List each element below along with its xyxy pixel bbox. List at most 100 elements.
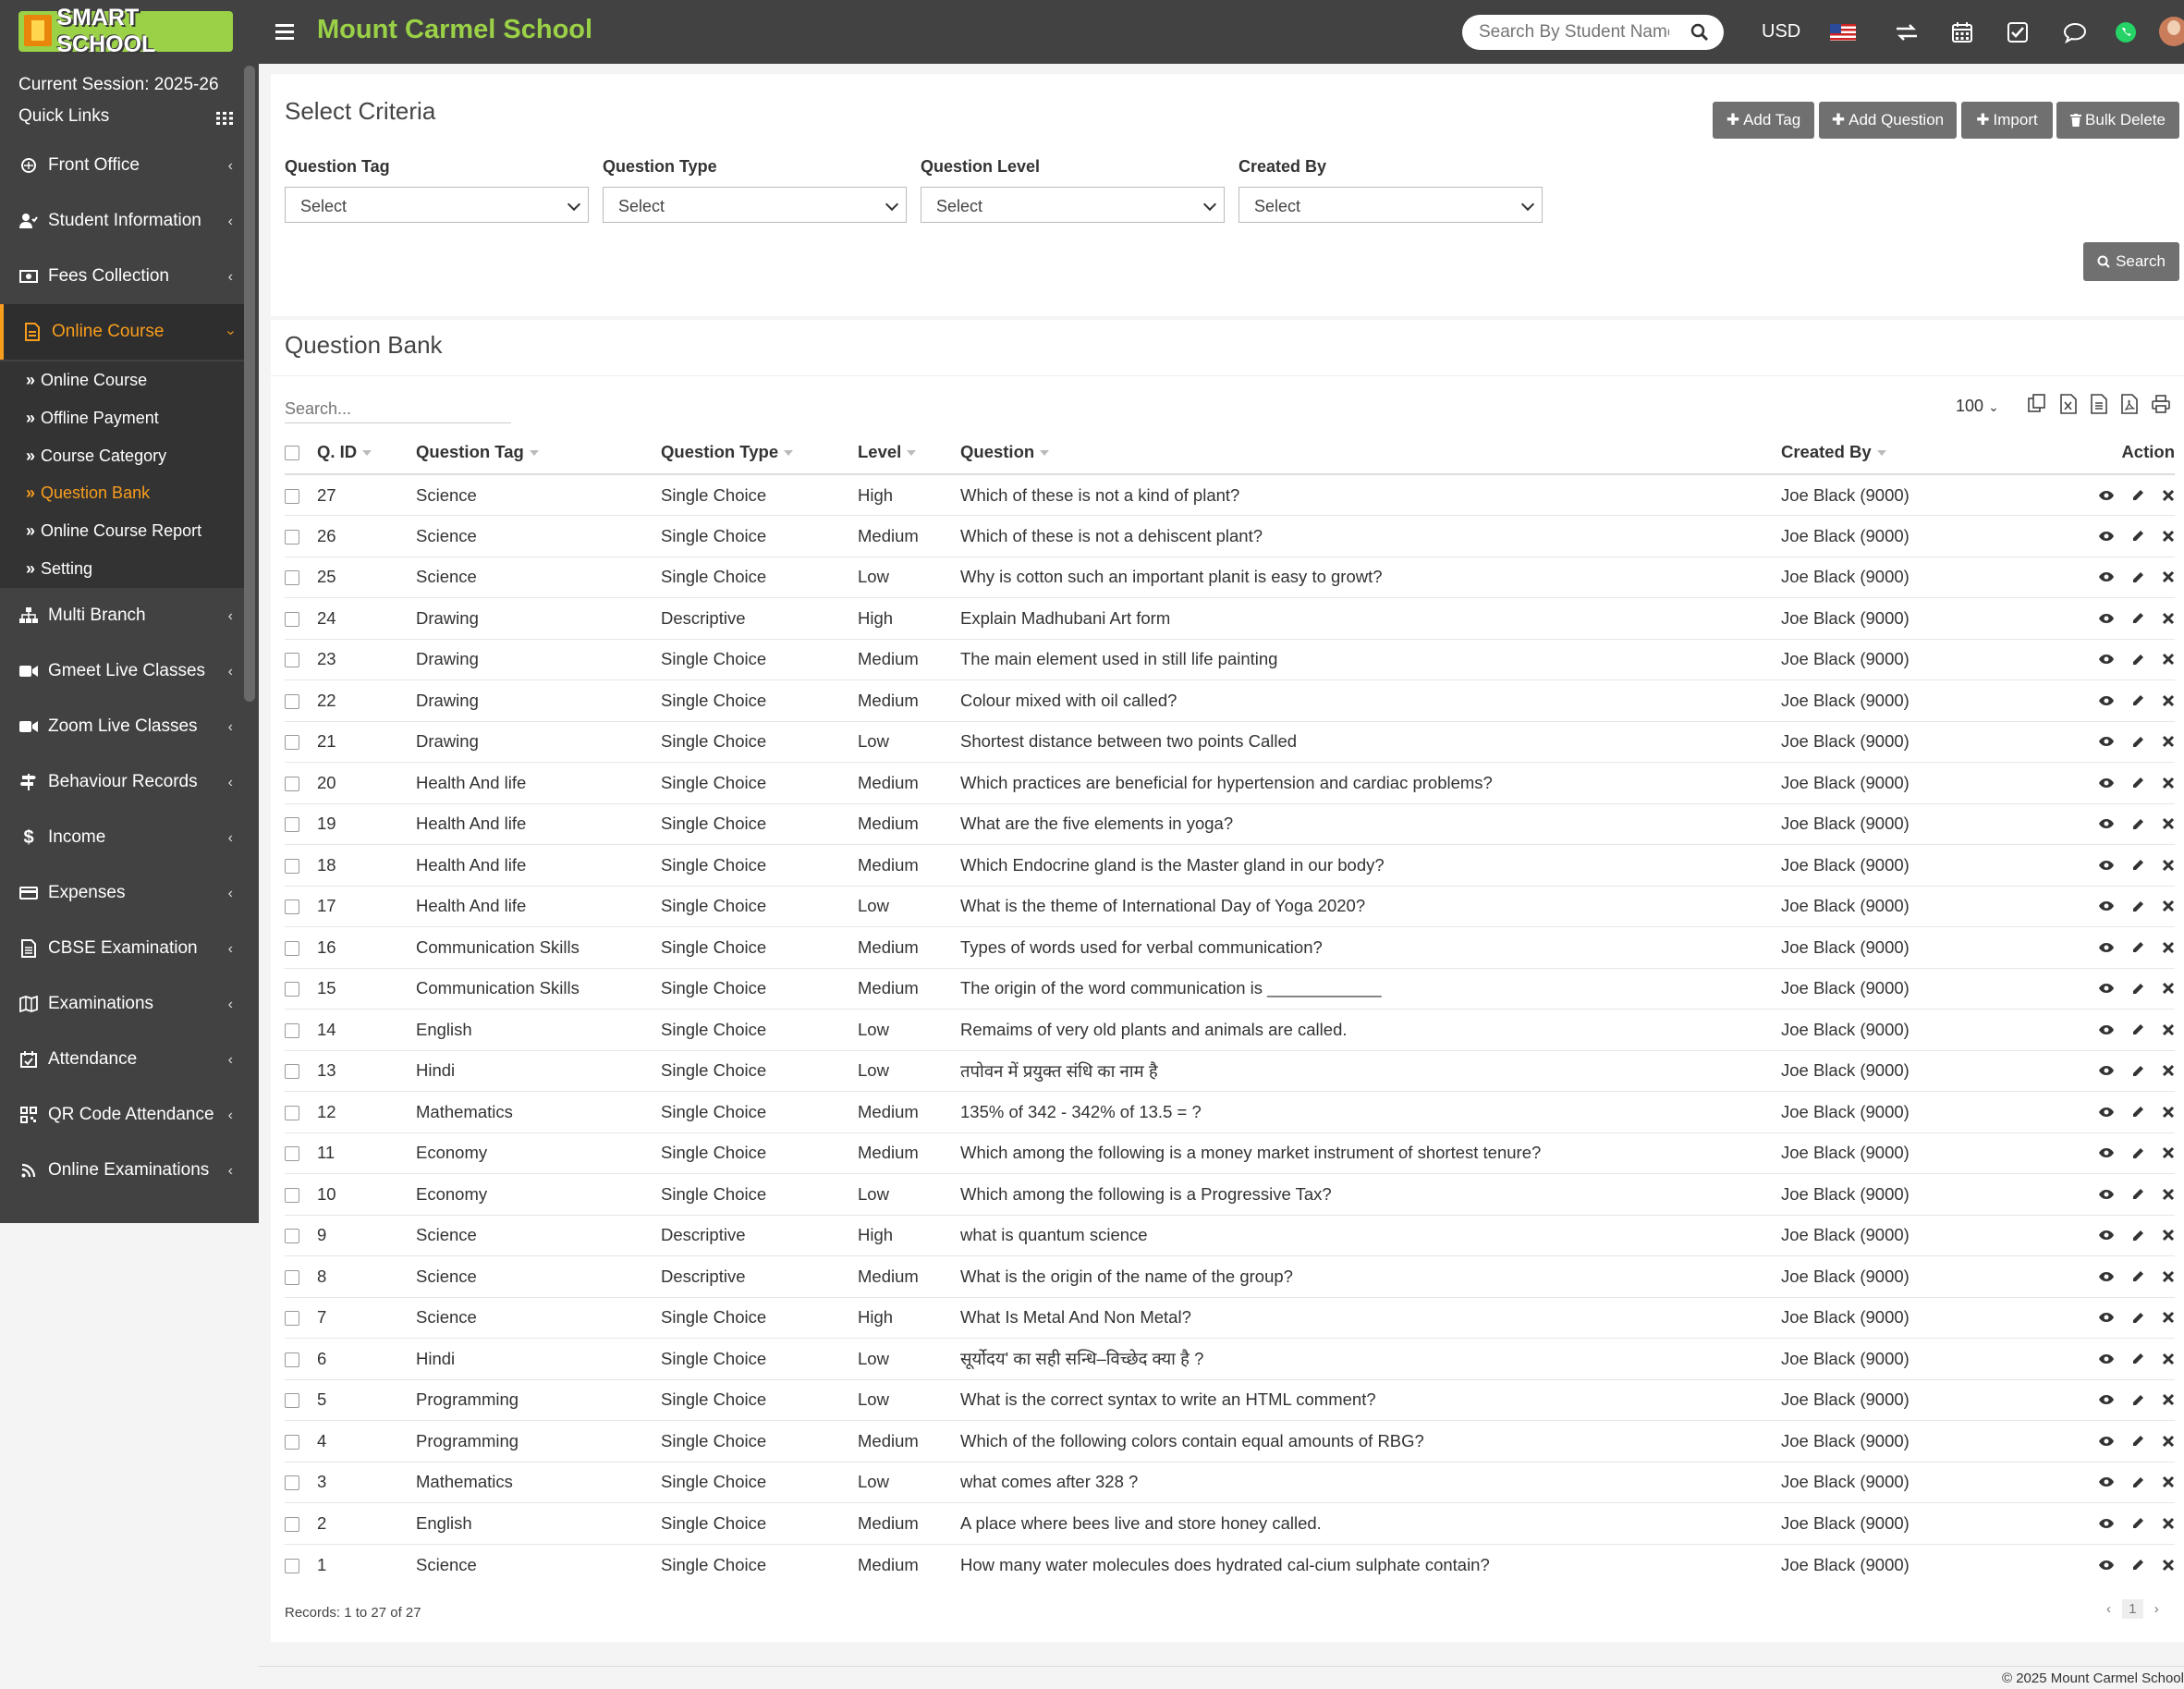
row-checkbox[interactable] <box>285 1475 299 1491</box>
row-checkbox[interactable] <box>285 1516 299 1532</box>
row-checkbox[interactable] <box>285 488 299 504</box>
sidebar-item-front-office[interactable]: Front Office ‹ <box>0 138 244 193</box>
row-checkbox[interactable] <box>285 570 299 586</box>
edit-pencil-icon[interactable] <box>2131 735 2145 749</box>
edit-pencil-icon[interactable] <box>2131 1105 2145 1119</box>
edit-pencil-icon[interactable] <box>2131 1558 2145 1572</box>
search-button[interactable]: Search <box>2083 242 2179 281</box>
sidebar-scrollbar[interactable] <box>244 66 255 702</box>
delete-x-icon[interactable] <box>2162 489 2175 502</box>
sidebar-item-fees-collection[interactable]: Fees Collection ‹ <box>0 249 244 304</box>
view-eye-icon[interactable] <box>2098 613 2115 624</box>
row-checkbox[interactable] <box>285 1022 299 1038</box>
sidebar-item-online-examinations[interactable]: Online Examinations ‹ <box>0 1143 244 1198</box>
current-session[interactable]: Current Session: 2025-26 <box>18 75 219 95</box>
submenu-item-course-category[interactable]: » Course Category <box>26 447 166 466</box>
table-search-input[interactable] <box>285 396 511 423</box>
edit-pencil-icon[interactable] <box>2131 488 2145 502</box>
add-tag-button[interactable]: ✚ Add Tag <box>1713 102 1814 139</box>
edit-pencil-icon[interactable] <box>2131 1475 2145 1489</box>
edit-pencil-icon[interactable] <box>2131 817 2145 831</box>
edit-pencil-icon[interactable] <box>2131 940 2145 954</box>
delete-x-icon[interactable] <box>2162 1311 2175 1324</box>
print-icon[interactable] <box>2152 394 2170 414</box>
row-checkbox[interactable] <box>285 611 299 627</box>
row-checkbox[interactable] <box>285 900 299 915</box>
import-button[interactable]: ✚ Import <box>1961 102 2053 139</box>
delete-x-icon[interactable] <box>2162 1146 2175 1159</box>
delete-x-icon[interactable] <box>2162 653 2175 666</box>
edit-pencil-icon[interactable] <box>2131 982 2145 996</box>
view-eye-icon[interactable] <box>2098 983 2115 994</box>
delete-x-icon[interactable] <box>2162 941 2175 954</box>
delete-x-icon[interactable] <box>2162 1188 2175 1201</box>
edit-pencil-icon[interactable] <box>2131 1311 2145 1325</box>
view-eye-icon[interactable] <box>2098 571 2115 582</box>
delete-x-icon[interactable] <box>2162 1023 2175 1036</box>
edit-pencil-icon[interactable] <box>2131 1229 2145 1242</box>
sidebar-item-cbse-examination[interactable]: CBSE Examination ‹ <box>0 921 244 976</box>
submenu-item-question-bank[interactable]: » Question Bank <box>26 483 150 503</box>
edit-pencil-icon[interactable] <box>2131 1022 2145 1036</box>
view-eye-icon[interactable] <box>2098 490 2115 501</box>
edit-pencil-icon[interactable] <box>2131 611 2145 625</box>
row-checkbox[interactable] <box>285 1558 299 1573</box>
submenu-item-online-course-report[interactable]: » Online Course Report <box>26 521 201 541</box>
delete-x-icon[interactable] <box>2162 1229 2175 1242</box>
row-checkbox[interactable] <box>285 1352 299 1367</box>
delete-x-icon[interactable] <box>2162 735 2175 748</box>
user-avatar[interactable] <box>2159 17 2184 46</box>
row-checkbox[interactable] <box>285 693 299 709</box>
row-checkbox[interactable] <box>285 1434 299 1450</box>
delete-x-icon[interactable] <box>2162 1559 2175 1572</box>
switch-icon[interactable] <box>1893 18 1921 46</box>
copy-icon[interactable] <box>2028 394 2046 414</box>
delete-x-icon[interactable] <box>2162 777 2175 789</box>
row-checkbox[interactable] <box>285 1393 299 1409</box>
view-eye-icon[interactable] <box>2098 1024 2115 1035</box>
row-checkbox[interactable] <box>285 1146 299 1162</box>
row-checkbox[interactable] <box>285 1187 299 1203</box>
view-eye-icon[interactable] <box>2098 860 2115 871</box>
view-eye-icon[interactable] <box>2098 1271 2115 1282</box>
created-by-select[interactable]: Select <box>1238 187 1543 223</box>
edit-pencil-icon[interactable] <box>2131 693 2145 707</box>
view-eye-icon[interactable] <box>2098 777 2115 789</box>
edit-pencil-icon[interactable] <box>2131 1187 2145 1201</box>
add-question-button[interactable]: ✚ Add Question <box>1819 102 1957 139</box>
page-length-select[interactable]: 100 ⌄ <box>1956 397 1999 416</box>
student-search-input[interactable] <box>1477 21 1671 43</box>
view-eye-icon[interactable] <box>2098 1189 2115 1200</box>
edit-pencil-icon[interactable] <box>2131 1064 2145 1078</box>
column-header-type[interactable]: Question Type <box>661 431 858 475</box>
row-checkbox[interactable] <box>285 858 299 874</box>
sidebar-item-student-information[interactable]: Student Information ‹ <box>0 193 244 249</box>
view-eye-icon[interactable] <box>2098 900 2115 912</box>
chat-icon[interactable] <box>2061 18 2089 46</box>
sidebar-item-examinations[interactable]: Examinations ‹ <box>0 976 244 1032</box>
view-eye-icon[interactable] <box>2098 695 2115 706</box>
submenu-item-setting[interactable]: » Setting <box>26 559 92 579</box>
view-eye-icon[interactable] <box>2098 1518 2115 1529</box>
row-checkbox[interactable] <box>285 1269 299 1285</box>
delete-x-icon[interactable] <box>2162 612 2175 625</box>
delete-x-icon[interactable] <box>2162 1270 2175 1283</box>
row-checkbox[interactable] <box>285 1229 299 1244</box>
delete-x-icon[interactable] <box>2162 982 2175 995</box>
edit-pencil-icon[interactable] <box>2131 653 2145 667</box>
view-eye-icon[interactable] <box>2098 1065 2115 1076</box>
edit-pencil-icon[interactable] <box>2131 1352 2145 1365</box>
edit-pencil-icon[interactable] <box>2131 529 2145 543</box>
column-header-level[interactable]: Level <box>858 431 960 475</box>
grid-icon[interactable] <box>216 112 233 125</box>
row-checkbox[interactable] <box>285 776 299 791</box>
question-tag-select[interactable]: Select <box>285 187 589 223</box>
hamburger-menu-icon[interactable] <box>275 24 294 41</box>
us-flag-icon[interactable] <box>1830 24 1856 41</box>
row-checkbox[interactable] <box>285 653 299 668</box>
delete-x-icon[interactable] <box>2162 1106 2175 1119</box>
edit-pencil-icon[interactable] <box>2131 1516 2145 1530</box>
delete-x-icon[interactable] <box>2162 1393 2175 1406</box>
view-eye-icon[interactable] <box>2098 1312 2115 1323</box>
row-checkbox[interactable] <box>285 1064 299 1080</box>
